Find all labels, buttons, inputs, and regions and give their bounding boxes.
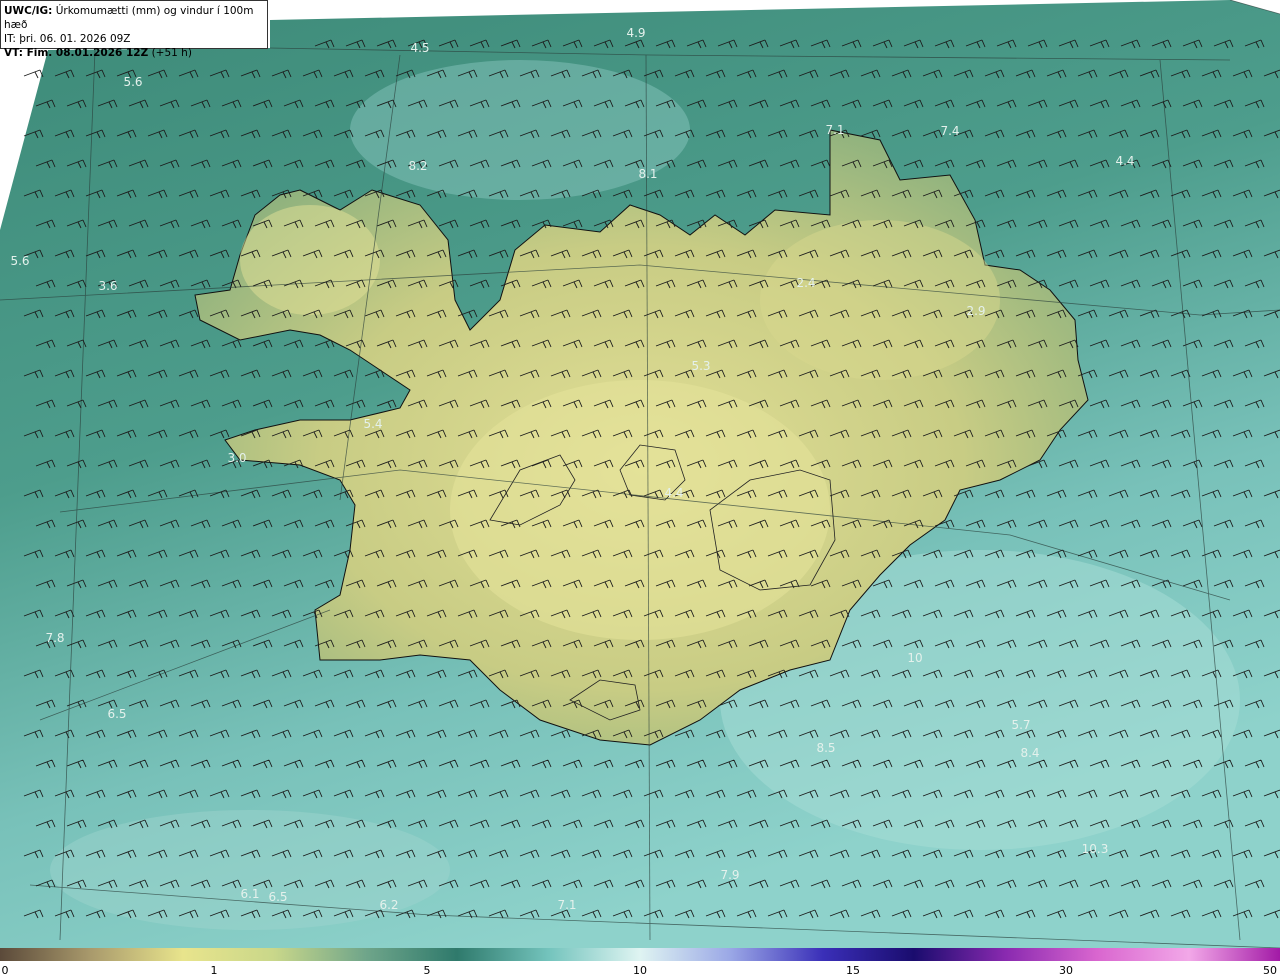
issue-time: IT: þri. 06. 01. 2026 09Z xyxy=(4,33,131,45)
point-value: 7.9 xyxy=(720,868,739,882)
point-value: 3.0 xyxy=(227,451,246,465)
point-value: 6.5 xyxy=(268,890,287,904)
point-value: 3.6 xyxy=(98,279,117,293)
point-value: 5.6 xyxy=(123,75,142,89)
point-value: 7.1 xyxy=(557,898,576,912)
point-value: 10 xyxy=(907,651,922,665)
point-value: 8.5 xyxy=(816,741,835,755)
point-value: 7.1 xyxy=(825,123,844,137)
point-value: 2.9 xyxy=(966,304,985,318)
point-value: 2.4 xyxy=(796,276,815,290)
point-value: 6.2 xyxy=(379,898,398,912)
map-title-box: UWC/IG: Úrkomumætti (mm) og vindur í 100… xyxy=(0,0,268,59)
colorbar-tick: 30 xyxy=(1059,964,1073,977)
point-value: 8.1 xyxy=(638,167,657,181)
point-value: 4.9 xyxy=(626,26,645,40)
forecast-hour: (+51 h) xyxy=(151,47,192,59)
point-value: 6.5 xyxy=(107,707,126,721)
point-value: 8.2 xyxy=(408,159,427,173)
colorbar-tick: 50 xyxy=(1263,964,1277,977)
point-value: 4.4 xyxy=(664,486,683,500)
point-value: 7.8 xyxy=(45,631,64,645)
model-label: UWC/IG: xyxy=(4,5,53,17)
point-value: 4.4 xyxy=(1115,154,1134,168)
point-value: 5.4 xyxy=(363,417,382,431)
point-value: 5.3 xyxy=(691,359,710,373)
point-value: 6.1 xyxy=(240,887,259,901)
point-value: 8.4 xyxy=(1020,746,1039,760)
point-value: 5.6 xyxy=(10,254,29,268)
colorbar-tick: 15 xyxy=(846,964,860,977)
colorbar-tick: 10 xyxy=(633,964,647,977)
point-value: 10.3 xyxy=(1082,842,1109,856)
valid-time: VT: Fim. 08.01.2026 12Z xyxy=(4,47,149,59)
colorbar-gradient xyxy=(0,948,1280,961)
colorbar-tick: 5 xyxy=(423,964,431,977)
point-value: 5.7 xyxy=(1011,718,1030,732)
highland xyxy=(760,220,1000,380)
colorbar-fill xyxy=(0,948,1280,961)
point-value: 7.4 xyxy=(940,124,959,138)
colorbar: 0 1 5 10 15 30 50 xyxy=(0,948,1280,978)
point-value: 4.5 xyxy=(410,41,429,55)
colorbar-tick: 0 xyxy=(1,964,9,977)
precipitation-wind-map: 4.5 4.9 5.6 7.1 7.4 4.4 5.6 3.6 2.4 2.9 … xyxy=(0,0,1280,948)
colorbar-tick: 1 xyxy=(210,964,218,977)
